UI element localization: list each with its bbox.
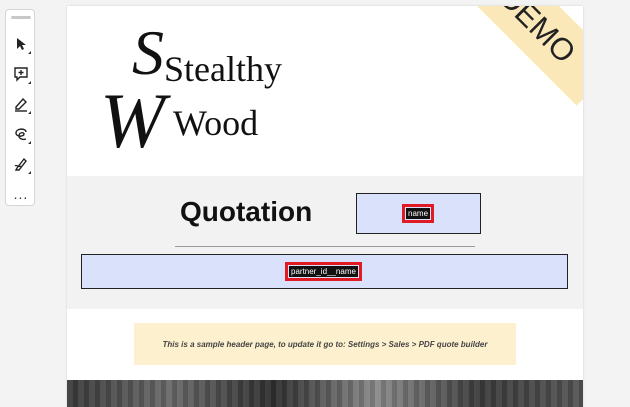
annotation-toolbar: ... [5,9,35,206]
logo-word-stealthy: Stealthy [164,48,282,90]
freehand-loop-icon [15,128,27,141]
highlight-tool-button[interactable] [10,93,32,115]
document-page: DEMO S Stealthy W Wood Quotation name pa… [67,6,583,407]
partner-field-box[interactable]: partner_id__name [81,254,568,289]
sign-tool-button[interactable] [10,153,32,175]
sample-header-note: This is a sample header page, to update … [134,323,516,365]
logo-line2: Wood [173,103,259,143]
quotation-title: Quotation [180,196,313,227]
pen-sign-icon [14,157,27,171]
demo-ribbon-label: DEMO [492,6,583,70]
header-photo [67,380,583,407]
title-divider [175,246,475,247]
logo-line1: Stealthy [164,49,282,89]
comment-plus-icon [14,67,28,82]
name-field-tag[interactable]: name [401,204,435,223]
pen-highlight-icon [15,97,27,112]
name-field-box[interactable]: name [356,193,481,234]
draw-tool-button[interactable] [10,123,32,145]
partner-field-tag[interactable]: partner_id__name [285,262,362,281]
quotation-header-band: Quotation name partner_id__name [67,176,583,309]
select-tool-button[interactable] [10,33,32,55]
comment-tool-button[interactable] [10,63,32,85]
sample-header-note-text: This is a sample header page, to update … [162,339,488,349]
more-tools-button[interactable]: ... [10,187,32,201]
demo-ribbon: DEMO [456,6,583,106]
logo-word-wood: Wood [173,102,258,144]
toolbar-drag-handle[interactable] [11,16,31,19]
company-logo: S Stealthy W Wood [100,17,300,166]
logo-big-w: W [100,77,165,164]
pointer-arrow-icon [17,38,26,50]
